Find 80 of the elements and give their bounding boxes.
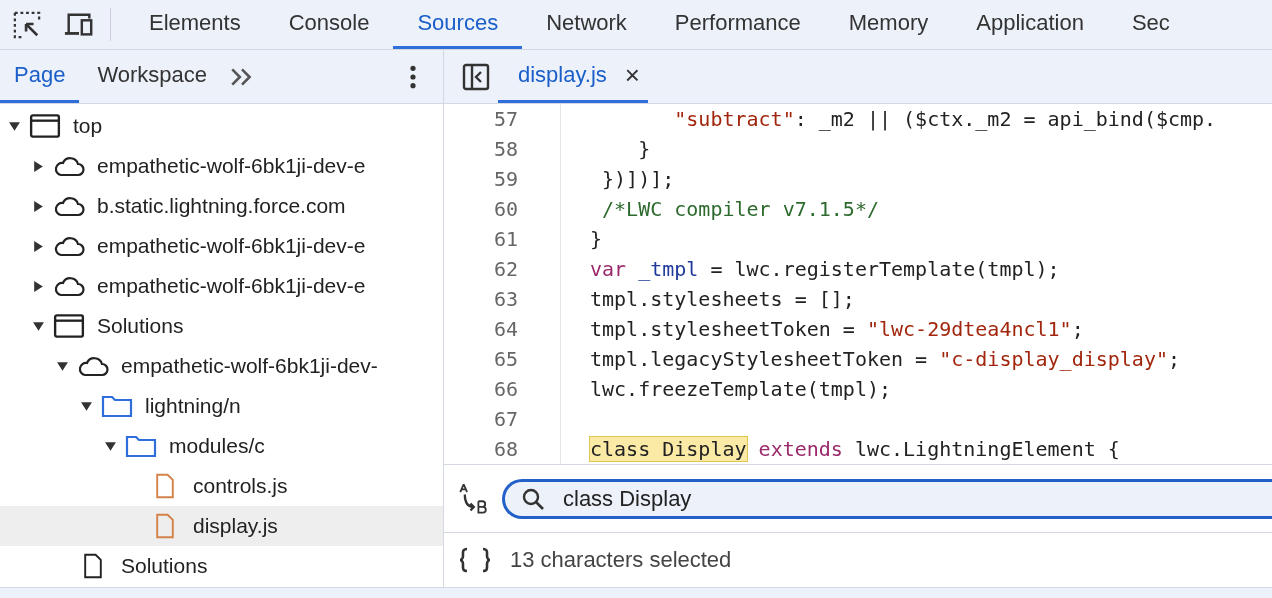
caret-right-icon[interactable]: [32, 239, 45, 253]
line-number: 66: [492, 377, 518, 401]
inspect-element-icon[interactable]: [12, 10, 42, 39]
tree-item-label: top: [73, 114, 103, 138]
code-line: tmpl.stylesheetToken = "lwc-29dtea4ncl1";: [590, 317, 1084, 341]
line-number: 62: [492, 257, 518, 281]
more-options-icon[interactable]: [409, 63, 417, 90]
code-line: }: [637, 137, 651, 161]
tree-item[interactable]: lightning/n: [0, 386, 443, 426]
code-line: class Display extends lwc.LightningElement {: [590, 437, 1120, 461]
tree-item-label: Solutions: [121, 554, 208, 578]
panel-tab[interactable]: Performance: [650, 0, 825, 49]
code-line: })])];: [601, 167, 675, 191]
tree-item-label: Solutions: [97, 314, 184, 338]
tree-item-label: modules/c: [169, 434, 265, 458]
caret-down-icon[interactable]: [8, 119, 21, 133]
code-line: var _tmpl = lwc.registerTemplate(tmpl);: [590, 257, 1060, 281]
code-line: /*LWC compiler v7.1.5*/: [601, 197, 879, 221]
caret-right-icon[interactable]: [32, 159, 45, 173]
panel-tab[interactable]: Network: [522, 0, 651, 49]
caret-down-icon[interactable]: [104, 439, 117, 453]
code-line: }: [590, 227, 603, 251]
tree-item-label: lightning/n: [145, 394, 241, 418]
panel-tab[interactable]: Application: [952, 0, 1108, 49]
tree-item[interactable]: top: [0, 106, 443, 146]
line-number: 58: [492, 137, 518, 161]
tree-item[interactable]: Solutions: [0, 546, 443, 586]
caret-down-icon[interactable]: [32, 319, 45, 333]
tree-item[interactable]: controls.js: [0, 466, 443, 506]
frame-icon: [29, 113, 61, 139]
file-tab[interactable]: display.js ×: [498, 50, 649, 103]
panel-tab[interactable]: Memory: [824, 0, 953, 49]
sidebar-toggle-icon[interactable]: [462, 62, 490, 91]
search-icon: [521, 486, 545, 511]
panel-tab[interactable]: Elements: [125, 0, 265, 49]
caret-right-icon[interactable]: [32, 279, 45, 293]
close-icon[interactable]: ×: [624, 59, 641, 91]
code-line: lwc.freezeTemplate(tmpl);: [590, 377, 892, 401]
tree-item[interactable]: modules/c: [0, 426, 443, 466]
navigator-tab[interactable]: Page: [0, 50, 80, 103]
line-number: 65: [492, 347, 518, 371]
folder-icon: [101, 393, 133, 419]
panel-tab[interactable]: Console: [264, 0, 394, 49]
tree-item-label: empathetic-wolf-6bk1ji-dev-e: [97, 154, 366, 178]
tree-item-label: controls.js: [193, 474, 288, 498]
line-number: 57: [492, 107, 518, 131]
panel-tab[interactable]: Sec: [1107, 0, 1194, 49]
code-line: "subtract": _m2 || ($ctx._m2 = api_bind($cmp.: [673, 107, 1217, 131]
device-toolbar-icon[interactable]: [64, 10, 94, 39]
code-line: tmpl.legacyStylesheetToken = "c-display_display";: [590, 347, 1181, 371]
code-line: tmpl.stylesheets = [];: [590, 287, 855, 311]
line-number: 68: [492, 437, 518, 461]
tree-item[interactable]: Solutions: [0, 306, 443, 346]
search-bar[interactable]: class Display: [502, 478, 1272, 519]
tree-item[interactable]: empathetic-wolf-6bk1ji-dev-e: [0, 226, 443, 266]
tree-item-label: empathetic-wolf-6bk1ji-dev-e: [97, 234, 366, 258]
tree-item-label: empathetic-wolf-6bk1ji-dev-e: [97, 274, 366, 298]
tree-item[interactable]: empathetic-wolf-6bk1ji-dev-: [0, 346, 443, 386]
tree-item[interactable]: b.static.lightning.force.com: [0, 186, 443, 226]
navigator-tab[interactable]: Workspace: [83, 50, 222, 103]
line-number: 59: [492, 167, 518, 191]
folder-icon: [125, 433, 157, 459]
tree-item[interactable]: display.js: [0, 506, 443, 546]
tree-item[interactable]: empathetic-wolf-6bk1ji-dev-e: [0, 146, 443, 186]
line-number: 60: [492, 197, 518, 221]
tree-item-label: b.static.lightning.force.com: [97, 194, 346, 218]
curly-braces-icon[interactable]: [458, 547, 492, 573]
line-number: 67: [492, 407, 518, 431]
frame-icon: [53, 313, 85, 339]
line-number: 63: [492, 287, 518, 311]
tree-item-label: empathetic-wolf-6bk1ji-dev-: [121, 354, 378, 378]
line-number: 61: [492, 227, 518, 251]
tree-item-label: display.js: [193, 514, 278, 538]
caret-right-icon[interactable]: [32, 199, 45, 213]
tree-item[interactable]: empathetic-wolf-6bk1ji-dev-e: [0, 266, 443, 306]
status-text: 13 characters selected: [510, 547, 732, 573]
line-number: 64: [492, 317, 518, 341]
caret-down-icon[interactable]: [56, 359, 69, 373]
caret-down-icon[interactable]: [80, 399, 93, 413]
file-tab-label: display.js: [518, 62, 607, 88]
